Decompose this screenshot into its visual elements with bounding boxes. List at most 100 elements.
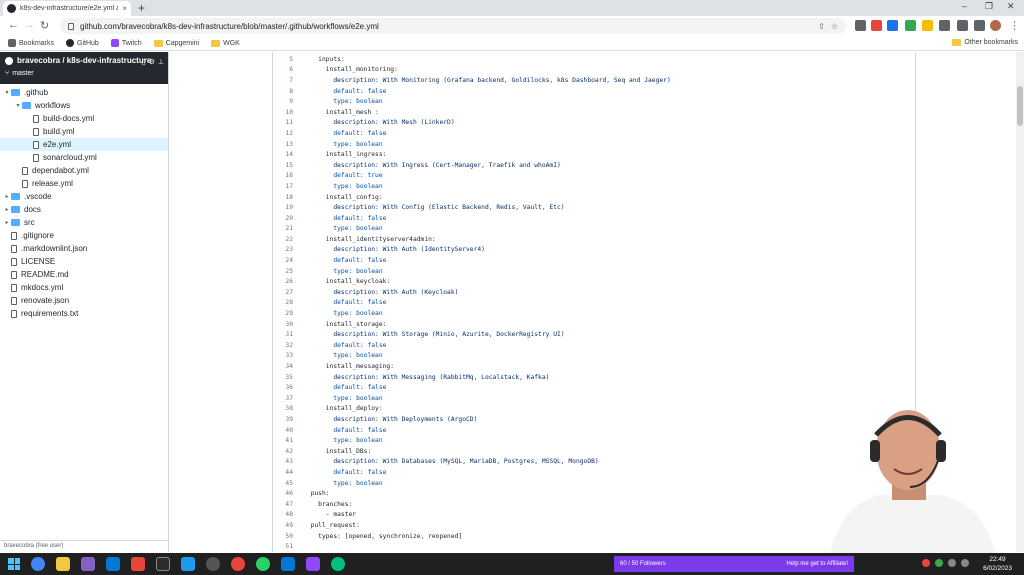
volume-icon[interactable] — [961, 559, 969, 567]
line-number[interactable]: 35 — [273, 374, 303, 381]
line-number[interactable]: 46 — [273, 490, 303, 497]
bookmark-icon[interactable]: ▯ — [142, 58, 146, 66]
line-number[interactable]: 17 — [273, 183, 303, 190]
obs-icon[interactable] — [206, 557, 220, 571]
tray-icon[interactable] — [922, 559, 930, 567]
line-number[interactable]: 22 — [273, 236, 303, 243]
line-number[interactable]: 7 — [273, 77, 303, 84]
line-number[interactable]: 27 — [273, 289, 303, 296]
tree-folder[interactable]: ▾ workflows — [0, 99, 168, 112]
line-number[interactable]: 9 — [273, 98, 303, 105]
line-number[interactable]: 13 — [273, 141, 303, 148]
tree-file[interactable]: sonarcloud.yml — [0, 151, 168, 164]
reading-list-icon[interactable] — [957, 20, 968, 31]
tray-icon[interactable] — [935, 559, 943, 567]
line-number[interactable]: 25 — [273, 268, 303, 275]
line-number[interactable]: 20 — [273, 215, 303, 222]
settings-icon[interactable]: ⚙ — [149, 58, 155, 66]
line-number[interactable]: 19 — [273, 204, 303, 211]
line-number[interactable]: 34 — [273, 363, 303, 370]
line-number[interactable]: 38 — [273, 405, 303, 412]
url-text[interactable]: github.com/bravecobra/k8s-dev-infrastruc… — [80, 22, 812, 31]
tree-file[interactable]: LICENSE — [0, 255, 168, 268]
tree-file[interactable]: README.md — [0, 268, 168, 281]
scrollbar[interactable] — [1016, 52, 1024, 552]
app-icon[interactable] — [331, 557, 345, 571]
line-number[interactable]: 45 — [273, 480, 303, 487]
line-number[interactable]: 43 — [273, 458, 303, 465]
browser-tab[interactable]: k8s-dev-infrastructure/e2e.yml a × — [3, 1, 131, 16]
extension-icon[interactable] — [905, 20, 916, 31]
line-number[interactable]: 24 — [273, 257, 303, 264]
bookmark-capgemini[interactable]: Capgemini — [153, 39, 199, 47]
puzzle-icon[interactable] — [939, 20, 950, 31]
app-icon[interactable] — [131, 557, 145, 571]
line-number[interactable]: 31 — [273, 331, 303, 338]
line-number[interactable]: 29 — [273, 310, 303, 317]
address-bar[interactable]: github.com/bravecobra/k8s-dev-infrastruc… — [60, 18, 846, 34]
branch-selector[interactable]: ⑂ master — [5, 70, 163, 77]
app-icon[interactable] — [231, 557, 245, 571]
back-icon[interactable]: ← — [8, 19, 19, 31]
line-number[interactable]: 23 — [273, 246, 303, 253]
tree-file[interactable]: requirements.txt — [0, 307, 168, 320]
line-number[interactable]: 5 — [273, 56, 303, 63]
tree-file[interactable]: renovate.json — [0, 294, 168, 307]
explorer-icon[interactable] — [56, 557, 70, 571]
pin-icon[interactable]: ⊥ — [158, 58, 164, 66]
whatsapp-icon[interactable] — [256, 557, 270, 571]
avatar[interactable] — [990, 20, 1001, 31]
other-bookmarks[interactable]: Other bookmarks — [952, 39, 1018, 46]
line-number[interactable]: 32 — [273, 342, 303, 349]
line-number[interactable]: 44 — [273, 469, 303, 476]
line-number[interactable]: 51 — [273, 543, 303, 550]
menu-icon[interactable]: ⋮ — [1009, 19, 1020, 32]
side-panel-icon[interactable] — [974, 20, 985, 31]
mail-extension-icon[interactable] — [855, 20, 866, 31]
line-number[interactable]: 37 — [273, 395, 303, 402]
bookmark-bookmarks[interactable]: Bookmarks — [8, 39, 54, 47]
terminal-icon[interactable] — [156, 557, 170, 571]
tree-file[interactable]: .gitignore — [0, 229, 168, 242]
line-number[interactable]: 30 — [273, 321, 303, 328]
line-number[interactable]: 41 — [273, 437, 303, 444]
repo-link[interactable]: bravecobra / k8s-dev-infrastructure — [5, 56, 163, 65]
line-number[interactable]: 15 — [273, 162, 303, 169]
tree-file[interactable]: mkdocs.yml — [0, 281, 168, 294]
tree-folder[interactable]: ▸ src — [0, 216, 168, 229]
vscode-icon[interactable] — [106, 557, 120, 571]
line-number[interactable]: 18 — [273, 194, 303, 201]
line-number[interactable]: 49 — [273, 522, 303, 529]
line-number[interactable]: 33 — [273, 352, 303, 359]
line-number[interactable]: 21 — [273, 225, 303, 232]
close-tab-icon[interactable]: × — [122, 4, 127, 13]
app-icon[interactable] — [181, 557, 195, 571]
forward-icon[interactable]: → — [24, 19, 35, 31]
app-icon[interactable] — [281, 557, 295, 571]
visual-studio-icon[interactable] — [81, 557, 95, 571]
minimize-icon[interactable]: – — [962, 1, 967, 11]
line-number[interactable]: 16 — [273, 172, 303, 179]
line-number[interactable]: 10 — [273, 109, 303, 116]
bookmark-github[interactable]: GitHub — [66, 39, 99, 47]
window-close-icon[interactable]: ✕ — [1007, 1, 1015, 12]
taskbar-clock[interactable]: 22:49 6/02/2023 — [983, 555, 1012, 573]
bookmark-twitch[interactable]: Twitch — [110, 39, 142, 47]
line-number[interactable]: 6 — [273, 66, 303, 73]
tree-folder[interactable]: ▾ .github — [0, 86, 168, 99]
line-number[interactable]: 39 — [273, 416, 303, 423]
reload-icon[interactable]: ↻ — [40, 19, 49, 32]
chrome-icon[interactable] — [31, 557, 45, 571]
line-number[interactable]: 50 — [273, 533, 303, 540]
line-number[interactable]: 8 — [273, 88, 303, 95]
pocket-extension-icon[interactable] — [871, 20, 882, 31]
restore-icon[interactable]: ❐ — [985, 1, 993, 12]
new-tab-button[interactable]: + — [138, 1, 145, 15]
line-number[interactable]: 11 — [273, 119, 303, 126]
tree-file[interactable]: build-docs.yml — [0, 112, 168, 125]
share-icon[interactable]: ⇪ — [818, 22, 825, 31]
extension-icon[interactable] — [922, 20, 933, 31]
line-number[interactable]: 42 — [273, 448, 303, 455]
line-number[interactable]: 47 — [273, 501, 303, 508]
line-number[interactable]: 36 — [273, 384, 303, 391]
